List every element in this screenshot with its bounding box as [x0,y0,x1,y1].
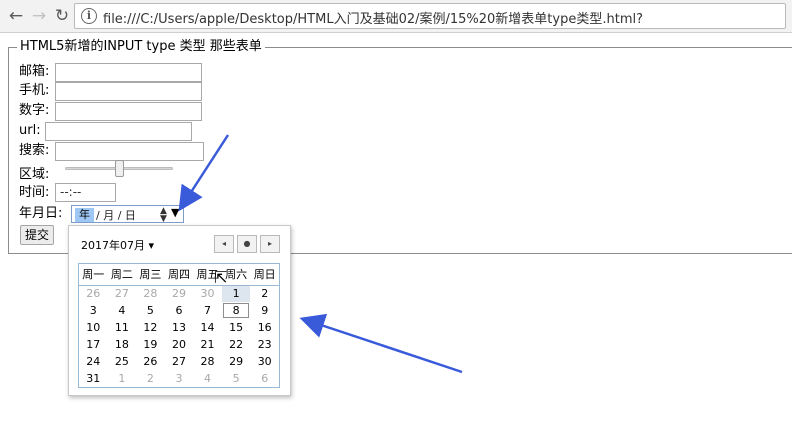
annotation-arrow-calendar [299,313,463,374]
annotation-arrows [178,134,463,374]
annotation-arrow-date [178,134,230,212]
